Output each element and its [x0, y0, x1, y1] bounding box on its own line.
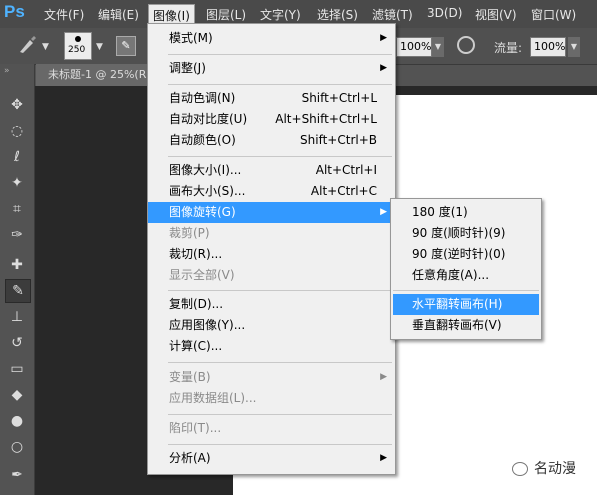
- document-tab[interactable]: 未标题-1 @ 25%(R: [36, 64, 156, 86]
- menu-select[interactable]: 选择(S): [317, 6, 358, 23]
- submenu-item-flip-horizontal[interactable]: 水平翻转画布(H): [393, 294, 539, 315]
- menu-item-canvas-size[interactable]: 画布大小(S)... Alt+Ctrl+C: [148, 181, 395, 202]
- menu-separator: [393, 290, 539, 291]
- menu-item-apply-data-set: 应用数据组(L)...: [169, 391, 257, 405]
- dodge-tool-icon[interactable]: ○: [5, 436, 29, 458]
- menu-item-image-size[interactable]: 图像大小(I)... Alt+Ctrl+I: [148, 160, 395, 181]
- healing-brush-tool-icon[interactable]: ✚: [5, 254, 29, 276]
- airbrush-icon[interactable]: [457, 36, 475, 54]
- paint-bucket-tool-icon[interactable]: ◆: [5, 384, 29, 406]
- blur-tool-icon[interactable]: ●: [5, 410, 29, 432]
- submenu-item-flip-vertical[interactable]: 垂直翻转画布(V): [391, 315, 541, 336]
- menu-layer[interactable]: 图层(L): [206, 6, 246, 23]
- watermark-text: 名动漫: [534, 461, 576, 477]
- menu-separator: [168, 362, 392, 363]
- menu-item-trap: 陷印(T)...: [169, 421, 222, 435]
- wechat-icon: [512, 462, 528, 476]
- lasso-tool-icon[interactable]: ℓ: [5, 146, 29, 168]
- menu-item-trim[interactable]: 裁切(R)...: [148, 244, 395, 265]
- opacity-dropdown-icon[interactable]: ▼: [432, 37, 444, 57]
- menu-view[interactable]: 视图(V): [475, 6, 517, 23]
- menu-item-auto-contrast[interactable]: 自动对比度(U) Alt+Shift+Ctrl+L: [148, 109, 395, 130]
- menu-item-analysis[interactable]: 分析(A) ▶: [148, 448, 395, 469]
- brush-panel-toggle-icon[interactable]: ✎: [116, 36, 136, 56]
- history-brush-tool-icon[interactable]: ↺: [5, 332, 29, 354]
- menu-file[interactable]: 文件(F): [44, 6, 84, 23]
- flow-label: 流量:: [494, 41, 523, 55]
- menu-edit[interactable]: 编辑(E): [98, 6, 139, 23]
- submenu-arrow-icon: ▶: [380, 453, 387, 463]
- menu-item-adjustments[interactable]: 调整(J) ▶: [148, 58, 395, 79]
- photoshop-logo: Ps: [4, 2, 25, 21]
- brush-tool-preset-icon[interactable]: [16, 34, 38, 56]
- submenu-item-arbitrary[interactable]: 任意角度(A)...: [391, 265, 541, 286]
- magic-wand-tool-icon[interactable]: ✦: [5, 172, 29, 194]
- eyedropper-tool-icon[interactable]: ✑: [5, 224, 29, 246]
- menu-item-image-rotation[interactable]: 图像旋转(G) ▶: [148, 202, 395, 223]
- submenu-arrow-icon: ▶: [380, 372, 387, 382]
- document-tab-title: 未标题-1 @ 25%(R: [48, 68, 147, 81]
- chevron-down-icon[interactable]: ▼: [96, 42, 103, 52]
- menu-item-apply-image[interactable]: 应用图像(Y)...: [148, 315, 395, 336]
- opacity-field[interactable]: 100%: [396, 37, 432, 57]
- menu-type[interactable]: 文字(Y): [260, 6, 301, 23]
- menu-item-mode[interactable]: 模式(M) ▶: [148, 28, 395, 49]
- submenu-arrow-icon: ▶: [380, 63, 387, 73]
- menu-item-reveal-all: 显示全部(V): [169, 268, 235, 282]
- brush-tool-icon[interactable]: ✎: [5, 279, 31, 303]
- marquee-tool-icon[interactable]: ◌: [5, 120, 29, 142]
- move-tool-icon[interactable]: ✥: [5, 94, 29, 116]
- menu-window[interactable]: 窗口(W): [531, 6, 576, 23]
- flow-dropdown-icon[interactable]: ▼: [568, 37, 580, 57]
- chevron-down-icon[interactable]: ▼: [42, 42, 49, 52]
- menu-item-auto-color[interactable]: 自动颜色(O) Shift+Ctrl+B: [148, 130, 395, 151]
- image-menu-dropdown: 模式(M) ▶ 调整(J) ▶ 自动色调(N) Shift+Ctrl+L 自动对比度(…: [147, 23, 396, 475]
- submenu-arrow-icon: ▶: [380, 207, 387, 217]
- submenu-item-rotate-90-cw[interactable]: 90 度(顺时针)(9): [391, 223, 541, 244]
- brush-tip-icon: [75, 36, 81, 42]
- submenu-arrow-icon: ▶: [380, 33, 387, 43]
- menu-item-crop: 裁剪(P): [169, 226, 210, 240]
- submenu-item-rotate-90-ccw[interactable]: 90 度(逆时针)(0): [391, 244, 541, 265]
- menu-separator: [168, 444, 392, 445]
- clone-stamp-tool-icon[interactable]: ⊥: [5, 306, 29, 328]
- menu-filter[interactable]: 滤镜(T): [372, 6, 413, 23]
- menu-3d[interactable]: 3D(D): [427, 6, 462, 20]
- crop-tool-icon[interactable]: ⌗: [5, 198, 29, 220]
- menu-item-calculations[interactable]: 计算(C)...: [148, 336, 395, 357]
- brush-size-value: 250: [68, 45, 86, 55]
- menu-separator: [168, 156, 392, 157]
- brush-preset-picker[interactable]: 250: [64, 32, 92, 60]
- menu-separator: [168, 414, 392, 415]
- image-rotation-submenu: 180 度(1) 90 度(顺时针)(9) 90 度(逆时针)(0) 任意角度(…: [390, 198, 542, 340]
- menu-separator: [168, 54, 392, 55]
- pen-tool-icon[interactable]: ✒: [5, 464, 29, 486]
- menu-separator: [168, 84, 392, 85]
- tools-panel: » ✥ ◌ ℓ ✦ ⌗ ✑ ✚ ✎ ⊥ ↺ ▭ ◆ ● ○ ✒: [0, 64, 35, 495]
- flow-field[interactable]: 100%: [530, 37, 566, 57]
- menu-item-auto-tone[interactable]: 自动色调(N) Shift+Ctrl+L: [148, 88, 395, 109]
- panel-collapse-icon[interactable]: »: [4, 66, 10, 76]
- menu-item-variables: 变量(B) ▶: [148, 367, 395, 388]
- eraser-tool-icon[interactable]: ▭: [5, 358, 29, 380]
- submenu-item-rotate-180[interactable]: 180 度(1): [391, 202, 541, 223]
- menu-separator: [168, 290, 392, 291]
- menu-item-duplicate[interactable]: 复制(D)...: [148, 294, 395, 315]
